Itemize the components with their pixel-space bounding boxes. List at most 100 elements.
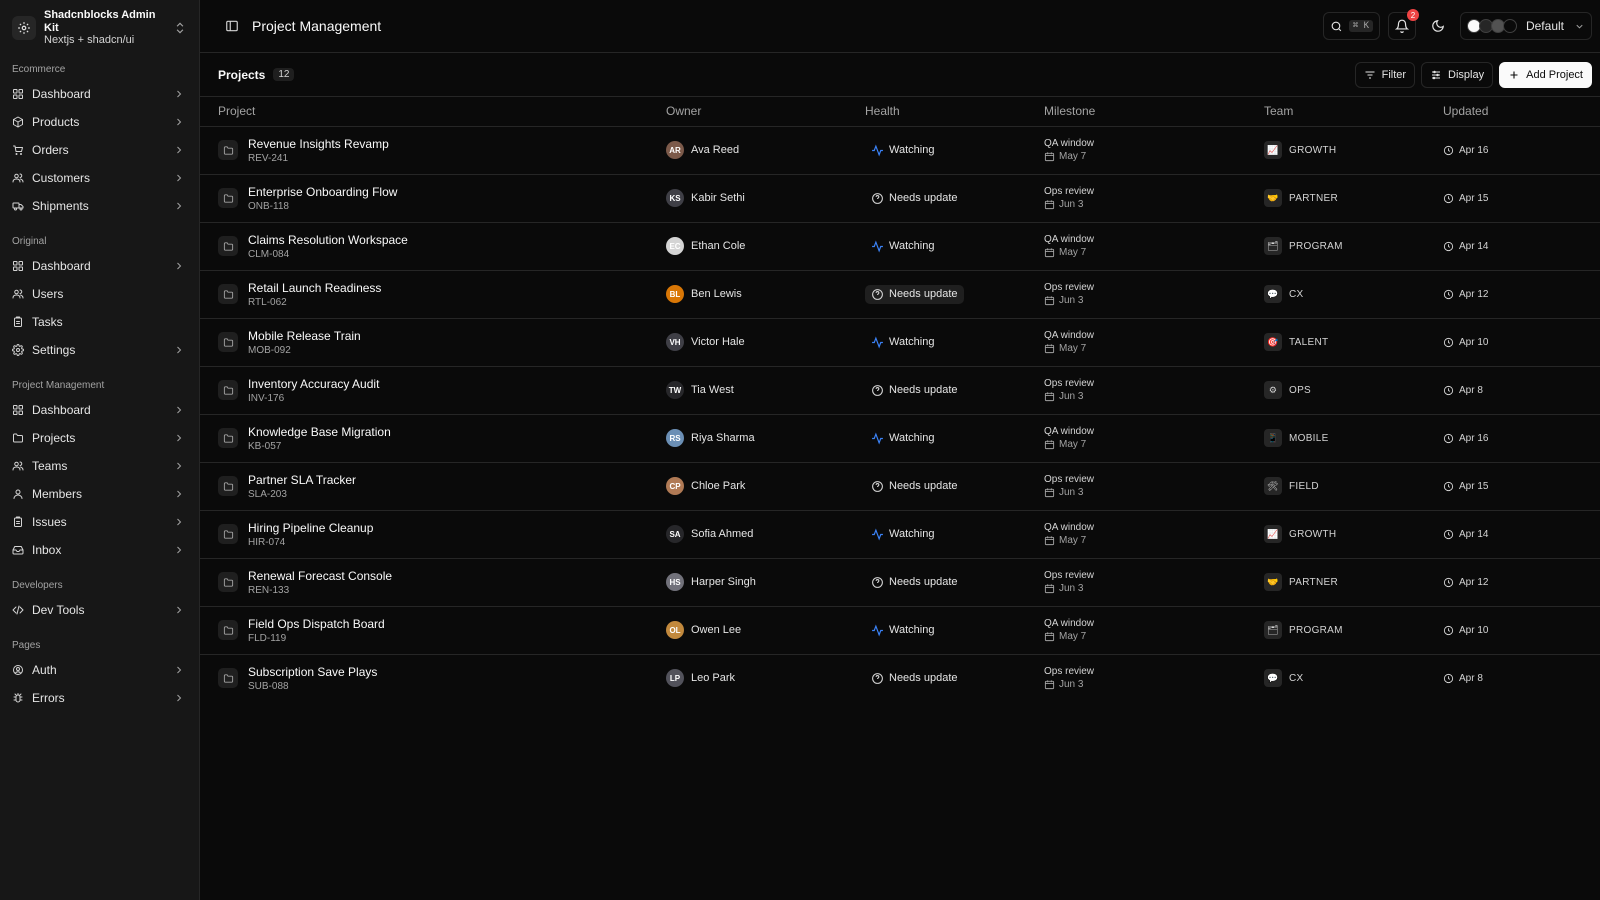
theme-select[interactable]: Default — [1460, 12, 1592, 40]
table-row[interactable]: Revenue Insights Revamp REV-241 AR Ava R… — [200, 126, 1600, 174]
clock-icon — [1443, 481, 1454, 491]
project-name[interactable]: Partner SLA Tracker — [248, 473, 356, 487]
table-row[interactable]: Claims Resolution Workspace CLM-084 EC E… — [200, 222, 1600, 270]
search-button[interactable]: ⌘ K — [1322, 12, 1380, 40]
milestone-name: Ops review — [1044, 378, 1095, 389]
project-folder-icon — [218, 476, 238, 496]
project-folder-icon — [218, 572, 238, 592]
table-row[interactable]: Retail Launch Readiness RTL-062 BL Ben L… — [200, 270, 1600, 318]
calendar-icon — [1044, 200, 1055, 210]
add-project-label: Add Project — [1526, 68, 1583, 81]
health-label: Watching — [889, 528, 935, 540]
sidebar-item-inbox[interactable]: Inbox — [0, 536, 199, 564]
nav-group: Original Dashboard Users Tasks Settings — [0, 228, 199, 364]
sidebar-item-teams[interactable]: Teams — [0, 452, 199, 480]
health-label: Watching — [889, 624, 935, 636]
health-status[interactable]: Needs update — [865, 189, 964, 208]
table-row[interactable]: Mobile Release Train MOB-092 VH Victor H… — [200, 318, 1600, 366]
health-status[interactable]: Needs update — [865, 477, 964, 496]
user-icon — [13, 489, 23, 499]
project-name[interactable]: Retail Launch Readiness — [248, 281, 381, 295]
sidebar-item-tasks[interactable]: Tasks — [0, 308, 199, 336]
project-name[interactable]: Hiring Pipeline Cleanup — [248, 521, 373, 535]
sidebar-item-customers[interactable]: Customers — [0, 164, 199, 192]
project-name[interactable]: Field Ops Dispatch Board — [248, 617, 385, 631]
health-status[interactable]: Watching — [865, 141, 940, 160]
clock-icon — [1443, 289, 1454, 299]
project-folder-icon — [218, 524, 238, 544]
health-status[interactable]: Watching — [865, 429, 940, 448]
sidebar-item-issues[interactable]: Issues — [0, 508, 199, 536]
health-status[interactable]: Watching — [865, 525, 940, 544]
sidebar-item-auth[interactable]: Auth — [0, 656, 199, 684]
sidebar-toggle-icon[interactable] — [220, 14, 244, 38]
table-row[interactable]: Field Ops Dispatch Board FLD-119 OL Owen… — [200, 606, 1600, 654]
project-code: FLD-119 — [248, 632, 287, 644]
project-name[interactable]: Claims Resolution Workspace — [248, 233, 408, 247]
milestone-date: May 7 — [1059, 247, 1087, 258]
table-row[interactable]: Knowledge Base Migration KB-057 RS Riya … — [200, 414, 1600, 462]
nav-group: Pages Auth Errors — [0, 632, 199, 712]
sidebar-item-dashboard[interactable]: Dashboard — [0, 252, 199, 280]
sidebar-item-products[interactable]: Products — [0, 108, 199, 136]
team-emoji-icon: 🗂 — [1264, 621, 1282, 639]
calendar-icon — [1044, 248, 1055, 258]
sidebar-item-label: Dashboard — [32, 259, 91, 273]
table-row[interactable]: Subscription Save Plays SUB-088 LP Leo P… — [200, 654, 1600, 702]
project-name[interactable]: Inventory Accuracy Audit — [248, 377, 379, 391]
project-name[interactable]: Revenue Insights Revamp — [248, 137, 389, 151]
health-status[interactable]: Watching — [865, 237, 940, 256]
sidebar-item-errors[interactable]: Errors — [0, 684, 199, 712]
table-row[interactable]: Hiring Pipeline Cleanup HIR-074 SA Sofia… — [200, 510, 1600, 558]
team-name: GROWTH — [1289, 528, 1337, 540]
project-code: ONB-118 — [248, 200, 289, 212]
sidebar-item-orders[interactable]: Orders — [0, 136, 199, 164]
column-header-owner[interactable]: Owner — [666, 97, 865, 127]
column-header-updated[interactable]: Updated — [1443, 97, 1600, 127]
health-status[interactable]: Watching — [865, 621, 940, 640]
owner-name: Harper Singh — [691, 576, 756, 588]
health-status[interactable]: Needs update — [865, 284, 964, 304]
workspace-switcher[interactable]: Shadcnblocks Admin Kit Nextjs + shadcn/u… — [0, 8, 199, 52]
sidebar-item-projects[interactable]: Projects — [0, 424, 199, 452]
project-name[interactable]: Renewal Forecast Console — [248, 569, 392, 583]
milestone-date: May 7 — [1059, 343, 1087, 354]
sidebar-item-users[interactable]: Users — [0, 280, 199, 308]
sidebar-item-dashboard[interactable]: Dashboard — [0, 80, 199, 108]
sidebar-item-settings[interactable]: Settings — [0, 336, 199, 364]
project-code: INV-176 — [248, 392, 285, 404]
health-label: Needs update — [889, 672, 958, 685]
column-header-project[interactable]: Project — [200, 97, 666, 127]
sidebar-item-dev-tools[interactable]: Dev Tools — [0, 596, 199, 624]
project-name[interactable]: Mobile Release Train — [248, 329, 361, 343]
table-row[interactable]: Enterprise Onboarding Flow ONB-118 KS Ka… — [200, 174, 1600, 222]
filter-button[interactable]: Filter — [1354, 61, 1416, 88]
column-header-health[interactable]: Health — [865, 97, 1044, 127]
sidebar-item-shipments[interactable]: Shipments — [0, 192, 199, 220]
owner-name: Riya Sharma — [691, 432, 755, 444]
notifications-button[interactable]: 2 — [1388, 9, 1419, 40]
table-row[interactable]: Inventory Accuracy Audit INV-176 TW Tia … — [200, 366, 1600, 414]
clock-icon — [1443, 433, 1454, 443]
owner-name: Ethan Cole — [691, 240, 746, 252]
column-header-team[interactable]: Team — [1264, 97, 1443, 127]
sidebar-item-label: Tasks — [32, 315, 63, 329]
health-status[interactable]: Needs update — [865, 573, 964, 592]
display-button[interactable]: Display — [1421, 61, 1494, 88]
health-status[interactable]: Needs update — [865, 381, 964, 400]
sidebar-item-dashboard[interactable]: Dashboard — [0, 396, 199, 424]
health-status[interactable]: Needs update — [865, 669, 964, 688]
project-name[interactable]: Knowledge Base Migration — [248, 425, 391, 439]
column-header-milestone[interactable]: Milestone — [1044, 97, 1264, 127]
sidebar-item-members[interactable]: Members — [0, 480, 199, 508]
table-row[interactable]: Renewal Forecast Console REN-133 HS Harp… — [200, 558, 1600, 606]
updated-date: Apr 10 — [1459, 624, 1489, 636]
table-row[interactable]: Partner SLA Tracker SLA-203 CP Chloe Par… — [200, 462, 1600, 510]
health-label: Watching — [889, 336, 935, 348]
sidebar-item-label: Users — [32, 287, 64, 301]
dark-mode-toggle[interactable] — [1424, 12, 1452, 40]
project-name[interactable]: Enterprise Onboarding Flow — [248, 185, 397, 199]
health-status[interactable]: Watching — [865, 333, 940, 352]
project-name[interactable]: Subscription Save Plays — [248, 665, 377, 679]
add-project-button[interactable]: Add Project — [1499, 61, 1592, 88]
